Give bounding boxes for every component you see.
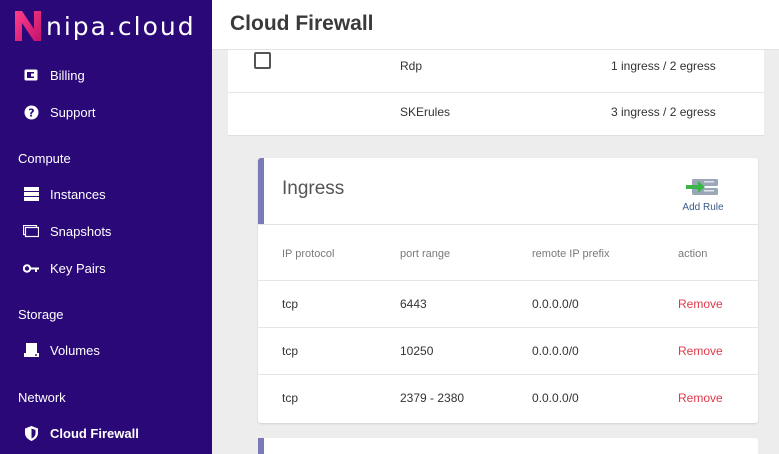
column-header-remote-prefix: remote IP prefix — [532, 248, 610, 260]
sidebar-item-volumes[interactable]: Volumes — [0, 335, 212, 365]
nipa-logo-icon — [15, 11, 41, 41]
sidebar-item-label: Key Pairs — [50, 260, 106, 276]
firewall-name: SKErules — [400, 105, 451, 119]
remove-rule-link[interactable]: Remove — [678, 391, 723, 405]
egress-card — [258, 438, 758, 454]
page-header: Cloud Firewall — [212, 0, 779, 50]
cell-protocol: tcp — [282, 391, 299, 405]
firewall-rules-summary: 3 ingress / 2 egress — [611, 105, 716, 119]
sidebar-section-network: Network — [18, 390, 66, 405]
cell-remote-prefix: 0.0.0.0/0 — [532, 391, 579, 405]
sidebar-item-label: Snapshots — [50, 223, 112, 239]
card-accent-bar — [258, 158, 264, 224]
firewall-list: Rdp 1 ingress / 2 egress SKErules 3 ingr… — [228, 50, 764, 136]
remove-rule-link[interactable]: Remove — [678, 344, 723, 358]
server-icon — [22, 185, 40, 203]
table-row: tcp 6443 0.0.0.0/0 Remove — [258, 280, 758, 327]
cell-protocol: tcp — [282, 297, 299, 311]
column-header-port-range: port range — [400, 248, 451, 260]
row-checkbox[interactable] — [254, 52, 271, 69]
sidebar-section-storage: Storage — [18, 307, 64, 322]
divider — [258, 224, 758, 225]
table-row: tcp 2379 - 2380 0.0.0.0/0 Remove — [258, 374, 758, 421]
sidebar-section-compute: Compute — [18, 151, 71, 166]
table-row[interactable]: SKErules 3 ingress / 2 egress — [228, 92, 764, 136]
cell-remote-prefix: 0.0.0.0/0 — [532, 344, 579, 358]
sidebar-item-label: Cloud Firewall — [50, 425, 139, 441]
ingress-card: Ingress Add Rule IP protocol port range … — [258, 158, 758, 423]
firewall-name: Rdp — [400, 59, 423, 73]
sidebar-item-support[interactable]: ? Support — [0, 97, 212, 127]
table-row[interactable]: Rdp 1 ingress / 2 egress — [228, 50, 764, 92]
column-header-action: action — [678, 248, 708, 260]
cell-remote-prefix: 0.0.0.0/0 — [532, 297, 579, 311]
add-rule-icon — [686, 179, 718, 195]
svg-text:?: ? — [28, 106, 34, 119]
brand-logo[interactable]: nipa.cloud — [12, 8, 196, 44]
cell-port-range: 10250 — [400, 344, 434, 358]
drive-icon — [22, 341, 40, 359]
card-accent-bar — [258, 438, 264, 454]
wallet-icon — [22, 66, 40, 84]
sidebar-item-billing[interactable]: Billing — [0, 60, 212, 90]
cell-port-range: 2379 - 2380 — [400, 391, 465, 405]
cell-protocol: tcp — [282, 344, 299, 358]
sidebar-item-label: Billing — [50, 67, 85, 83]
sidebar-item-key-pairs[interactable]: Key Pairs — [0, 253, 212, 283]
question-icon: ? — [22, 103, 40, 121]
column-header-protocol: IP protocol — [282, 248, 335, 260]
page-title: Cloud Firewall — [230, 12, 374, 35]
sidebar-item-instances[interactable]: Instances — [0, 179, 212, 209]
add-rule-label: Add Rule — [682, 202, 724, 213]
remove-rule-link[interactable]: Remove — [678, 297, 723, 311]
ingress-title: Ingress — [282, 178, 345, 199]
sidebar-item-label: Volumes — [50, 342, 100, 358]
firewall-rules-summary: 1 ingress / 2 egress — [611, 59, 716, 73]
shield-icon — [22, 424, 40, 442]
sidebar: nipa.cloud Billing ? Support Compute Ins… — [0, 0, 212, 454]
sidebar-item-cloud-firewall[interactable]: Cloud Firewall — [0, 418, 212, 448]
sidebar-item-label: Instances — [50, 186, 106, 202]
key-icon — [22, 259, 40, 277]
monitor-icon — [22, 222, 40, 240]
table-row: tcp 10250 0.0.0.0/0 Remove — [258, 327, 758, 374]
sidebar-item-label: Support — [50, 104, 96, 120]
cell-port-range: 6443 — [400, 297, 427, 311]
sidebar-item-snapshots[interactable]: Snapshots — [0, 216, 212, 246]
brand-name: nipa.cloud — [46, 11, 196, 41]
add-rule-button[interactable]: Add Rule — [680, 176, 726, 216]
